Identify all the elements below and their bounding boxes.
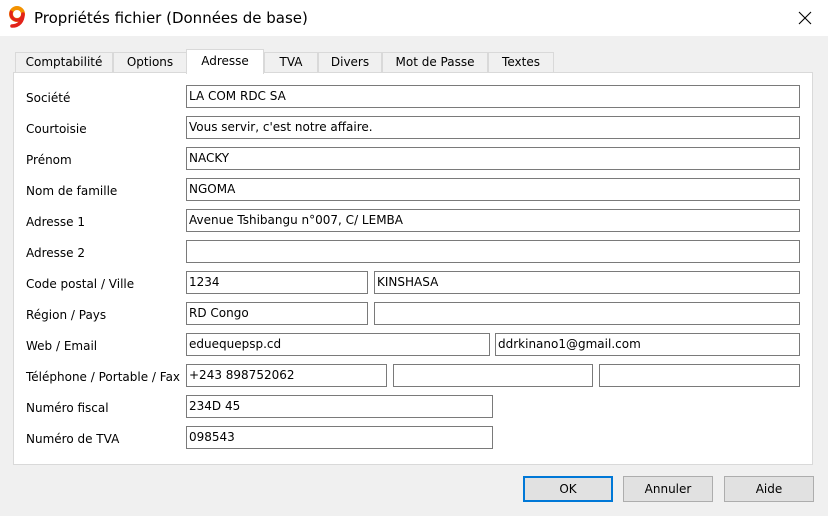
tab-tva[interactable]: TVA (264, 52, 318, 72)
web-field[interactable]: eduequepsp.cd (186, 333, 490, 356)
prenom-label: Prénom (26, 153, 72, 167)
nom-famille-field[interactable]: NGOMA (186, 178, 800, 201)
web-email-label: Web / Email (26, 339, 98, 353)
region-field[interactable]: RD Congo (186, 302, 368, 325)
ville-field[interactable]: KINSHASA (374, 271, 800, 294)
numero-fiscal-field[interactable]: 234D 45 (186, 395, 493, 418)
code-ville-label: Code postal / Ville (26, 277, 135, 291)
tab-comptabilite[interactable]: Comptabilité (15, 52, 113, 72)
prenom-field[interactable]: NACKY (186, 147, 800, 170)
window-title: Propriétés fichier (Données de base) (34, 9, 308, 27)
nom-famille-label: Nom de famille (26, 184, 118, 198)
aide-button[interactable]: Aide (724, 476, 814, 502)
ok-button[interactable]: OK (523, 476, 613, 502)
tab-options[interactable]: Options (113, 52, 187, 72)
portable-field[interactable] (393, 364, 593, 387)
telephone-label: Téléphone / Portable / Fax (26, 370, 181, 384)
courtoisie-field[interactable]: Vous servir, c'est notre affaire. (186, 116, 800, 139)
tab-divers[interactable]: Divers (318, 52, 382, 72)
societe-field[interactable]: LA COM RDC SA (186, 85, 800, 108)
tab-textes[interactable]: Textes (488, 52, 554, 72)
title-bar: Propriétés fichier (Données de base) (0, 0, 828, 36)
adresse1-label: Adresse 1 (26, 215, 86, 229)
close-icon (798, 11, 812, 25)
adresse1-field[interactable]: Avenue Tshibangu n°007, C/ LEMBA (186, 209, 800, 232)
numero-fiscal-label: Numéro fiscal (26, 401, 109, 415)
close-button[interactable] (782, 0, 828, 36)
societe-label: Société (26, 91, 71, 105)
numero-tva-label: Numéro de TVA (26, 432, 120, 446)
annuler-button[interactable]: Annuler (623, 476, 713, 502)
pays-field[interactable] (374, 302, 800, 325)
numero-tva-field[interactable]: 098543 (186, 426, 493, 449)
email-field[interactable]: ddrkinano1@gmail.com (495, 333, 800, 356)
region-pays-label: Région / Pays (26, 308, 107, 322)
tab-adresse[interactable]: Adresse (186, 49, 264, 74)
adresse2-label: Adresse 2 (26, 246, 86, 260)
courtoisie-label: Courtoisie (26, 122, 87, 136)
telephone-field[interactable]: +243 898752062 (186, 364, 387, 387)
tab-mot-de-passe[interactable]: Mot de Passe (382, 52, 488, 72)
adresse2-field[interactable] (186, 240, 800, 263)
code-postal-field[interactable]: 1234 (186, 271, 368, 294)
app-logo-icon (7, 6, 29, 28)
fax-field[interactable] (599, 364, 800, 387)
